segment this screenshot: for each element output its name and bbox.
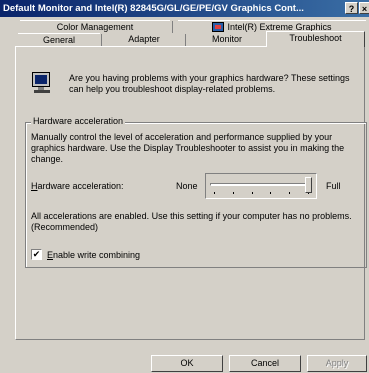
- slider-tick: [232, 192, 234, 194]
- write-combining-label[interactable]: Enable write combining: [47, 250, 140, 261]
- help-button[interactable]: ?: [345, 2, 358, 14]
- tab-separator: [185, 34, 186, 46]
- acceleration-description: Manually control the level of accelerati…: [31, 132, 345, 164]
- intro-text: Are you having problems with your graphi…: [69, 73, 350, 94]
- slider-tick: [289, 192, 291, 194]
- tab-general[interactable]: General: [18, 33, 100, 46]
- tab-troubleshoot[interactable]: Troubleshoot: [266, 31, 365, 47]
- tab-separator: [101, 34, 102, 46]
- slider-thumb[interactable]: [305, 177, 312, 193]
- tab-label: Monitor: [211, 34, 242, 44]
- group-title: Hardware acceleration: [31, 116, 126, 126]
- acceleration-slider[interactable]: [205, 173, 317, 199]
- slider-tick: [270, 192, 272, 194]
- slider-track: [210, 183, 312, 186]
- slider-tick: [214, 192, 215, 194]
- close-icon: ×: [361, 4, 368, 14]
- window-title: Default Monitor and Intel(R) 82845G/GL/G…: [3, 3, 304, 14]
- window-titlebar[interactable]: Default Monitor and Intel(R) 82845G/GL/G…: [0, 0, 369, 17]
- slider-min-label: None: [176, 181, 198, 191]
- tab-monitor[interactable]: Monitor: [188, 33, 266, 46]
- tab-color-management[interactable]: Color Management: [20, 20, 170, 33]
- label-rest: nable write combining: [53, 250, 141, 260]
- apply-button[interactable]: Apply: [307, 355, 367, 372]
- cancel-button[interactable]: Cancel: [229, 355, 301, 372]
- close-button[interactable]: ×: [359, 2, 369, 14]
- hardware-acceleration-label: Hardware acceleration:: [31, 181, 124, 192]
- checkmark-icon: ✔: [32, 249, 41, 259]
- tab-label: Color Management: [56, 22, 134, 32]
- monitor-icon: [32, 72, 54, 96]
- tab-label: Troubleshoot: [289, 33, 342, 43]
- acceleration-status-text: All accelerations are enabled. Use this …: [31, 211, 352, 232]
- tab-label: General: [42, 35, 76, 45]
- write-combining-checkbox[interactable]: ✔: [31, 249, 42, 260]
- slider-tick: [251, 192, 253, 194]
- tab-adapter[interactable]: Adapter: [104, 33, 184, 46]
- intel-graphics-icon: [212, 22, 225, 32]
- ok-button[interactable]: OK: [151, 355, 223, 372]
- slider-max-label: Full: [326, 181, 341, 191]
- tab-separator: [172, 21, 173, 33]
- label-rest: ardware acceleration:: [37, 181, 124, 191]
- tab-label: Adapter: [128, 34, 160, 44]
